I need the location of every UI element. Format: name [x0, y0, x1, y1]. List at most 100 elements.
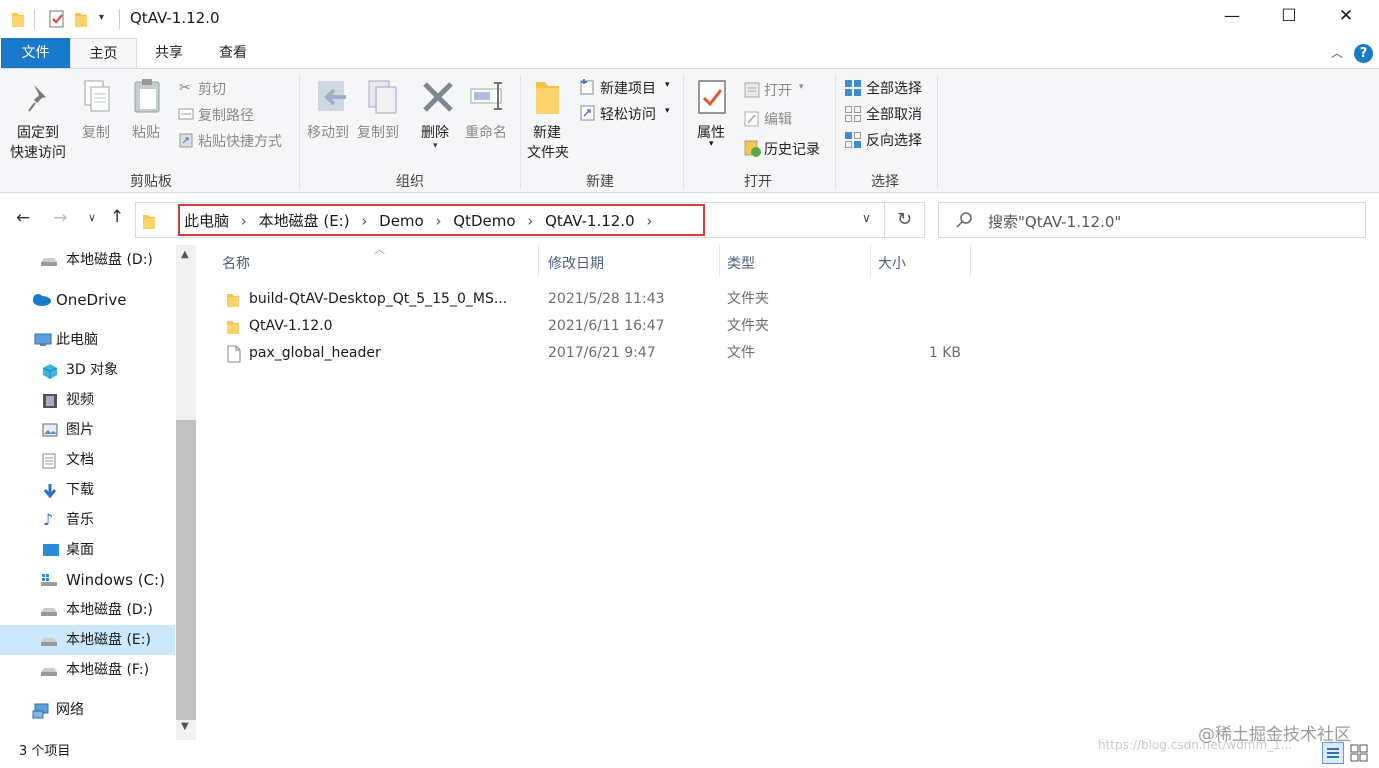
rename-button[interactable]: 重命名: [465, 122, 507, 142]
paste-button[interactable]: 粘贴: [132, 122, 160, 142]
recent-locations-icon[interactable]: ∨: [88, 211, 96, 224]
sidebar-item-pictures[interactable]: 图片: [0, 415, 175, 445]
sidebar-item-drive-f[interactable]: 本地磁盘 (F:): [0, 655, 175, 685]
breadcrumb-item[interactable]: QtDemo: [453, 212, 515, 230]
sidebar-item-drive-e[interactable]: 本地磁盘 (E:): [0, 625, 175, 655]
minimize-button[interactable]: —: [1219, 6, 1245, 25]
move-to-button[interactable]: 移动到: [307, 122, 349, 142]
group-separator: [520, 75, 521, 189]
chevron-right-icon[interactable]: ›: [646, 212, 652, 230]
invert-selection-button[interactable]: 反向选择: [866, 130, 922, 150]
history-button[interactable]: 历史记录: [764, 139, 820, 159]
column-header-name[interactable]: 名称: [222, 253, 250, 273]
select-none-button[interactable]: 全部取消: [866, 104, 922, 124]
chevron-right-icon[interactable]: ›: [361, 212, 367, 230]
refresh-icon[interactable]: ↻: [885, 202, 925, 238]
back-icon[interactable]: ←: [16, 208, 30, 228]
sidebar-item-desktop[interactable]: 桌面: [0, 535, 175, 565]
tab-home[interactable]: 主页: [70, 38, 137, 69]
new-item-dropdown-icon[interactable]: ▾: [665, 80, 670, 90]
sidebar-item-label: 下载: [66, 482, 94, 498]
column-header-type[interactable]: 类型: [727, 253, 755, 273]
move-to-icon: [316, 79, 350, 115]
collapse-ribbon-icon[interactable]: ︿: [1331, 44, 1343, 61]
column-divider[interactable]: [538, 245, 539, 277]
details-view-icon[interactable]: [1322, 742, 1344, 764]
easy-access-button[interactable]: 轻松访问: [600, 104, 656, 124]
tab-view[interactable]: 查看: [203, 38, 263, 68]
table-row[interactable]: pax_global_header 2017/6/21 9:47 文件 1 KB: [196, 340, 996, 367]
breadcrumb-item[interactable]: Demo: [379, 212, 424, 230]
breadcrumb-item[interactable]: QtAV-1.12.0: [545, 212, 635, 230]
column-divider[interactable]: [970, 245, 971, 277]
cut-button[interactable]: 剪切: [198, 79, 226, 99]
sidebar-item-downloads[interactable]: 下载: [0, 475, 175, 505]
help-icon[interactable]: ?: [1354, 44, 1373, 63]
tab-share[interactable]: 共享: [139, 38, 199, 68]
windows-drive-icon: [40, 573, 57, 587]
pin-to-quick-access-button[interactable]: 固定到: [17, 122, 59, 142]
forward-icon[interactable]: →: [53, 208, 67, 228]
open-button[interactable]: 打开: [764, 80, 792, 100]
search-box[interactable]: 搜索"QtAV-1.12.0": [938, 202, 1366, 238]
sidebar-scrollbar[interactable]: ▲ ▼: [176, 245, 196, 740]
new-folder-quick-icon[interactable]: [74, 10, 88, 28]
quick-access-dropdown-icon[interactable]: ▾: [99, 12, 104, 23]
search-input[interactable]: 搜索"QtAV-1.12.0": [988, 211, 1121, 232]
address-history-dropdown-icon[interactable]: ∨: [862, 211, 871, 225]
sidebar-item-onedrive[interactable]: OneDrive: [0, 285, 175, 315]
large-icons-view-icon[interactable]: [1350, 744, 1368, 762]
download-icon: [42, 483, 58, 499]
copy-to-button[interactable]: 复制到: [357, 122, 399, 142]
paste-shortcut-button[interactable]: 粘贴快捷方式: [198, 131, 282, 151]
scroll-down-icon[interactable]: ▼: [181, 721, 189, 732]
open-dropdown-icon[interactable]: ▾: [799, 82, 804, 92]
drive-icon: [40, 663, 57, 677]
scrollbar-thumb[interactable]: [176, 420, 196, 720]
up-icon[interactable]: ↑: [110, 207, 124, 227]
column-divider[interactable]: [719, 245, 720, 277]
delete-button[interactable]: 删除: [421, 122, 449, 142]
sidebar-item-network[interactable]: 网络: [0, 695, 175, 725]
copy-button[interactable]: 复制: [82, 122, 110, 142]
sidebar-item-drive-d[interactable]: 本地磁盘 (D:): [0, 595, 175, 625]
delete-icon: [422, 81, 454, 113]
chevron-right-icon[interactable]: ›: [241, 212, 247, 230]
sidebar-item-documents[interactable]: 文档: [0, 445, 175, 475]
properties-dropdown-icon[interactable]: ▾: [709, 139, 714, 149]
sidebar-item-drive-d-top[interactable]: 本地磁盘 (D:): [0, 245, 175, 275]
sidebar-item-3d-objects[interactable]: 3D 对象: [0, 355, 175, 385]
new-folder-icon: [535, 79, 561, 115]
sidebar-item-videos[interactable]: 视频: [0, 385, 175, 415]
chevron-right-icon[interactable]: ›: [527, 212, 533, 230]
table-row[interactable]: QtAV-1.12.0 2021/6/11 16:47 文件夹: [196, 313, 996, 340]
easy-access-dropdown-icon[interactable]: ▾: [665, 106, 670, 116]
column-header-size[interactable]: 大小: [878, 253, 906, 273]
properties-quick-icon[interactable]: [48, 10, 66, 28]
table-row[interactable]: build-QtAV-Desktop_Qt_5_15_0_MS... 2021/…: [196, 286, 996, 313]
select-all-button[interactable]: 全部选择: [866, 78, 922, 98]
cube-icon: [42, 363, 58, 379]
breadcrumb-item[interactable]: 本地磁盘 (E:): [259, 212, 350, 230]
chevron-right-icon[interactable]: ›: [436, 212, 442, 230]
paste-icon: [133, 78, 163, 116]
new-item-button[interactable]: 新建项目: [600, 78, 656, 98]
column-header-modified[interactable]: 修改日期: [548, 253, 604, 273]
breadcrumb-item[interactable]: 此电脑: [184, 212, 229, 230]
sidebar-item-music[interactable]: ♪ 音乐: [0, 505, 175, 535]
sidebar-item-windows-c[interactable]: Windows (C:): [0, 565, 175, 595]
close-button[interactable]: ✕: [1333, 6, 1359, 26]
copy-path-button[interactable]: 复制路径: [198, 105, 254, 125]
delete-dropdown-icon[interactable]: ▾: [433, 141, 438, 151]
sidebar-item-this-pc[interactable]: 此电脑: [0, 325, 175, 355]
new-folder-button[interactable]: 新建: [533, 122, 561, 142]
tab-file[interactable]: 文件: [1, 38, 70, 68]
address-bar[interactable]: 此电脑 › 本地磁盘 (E:) › Demo › QtDemo › QtAV-1…: [135, 202, 885, 238]
maximize-button[interactable]: ☐: [1276, 6, 1302, 26]
sort-indicator-icon: ︿: [374, 243, 385, 256]
scroll-up-icon[interactable]: ▲: [181, 249, 189, 260]
column-divider[interactable]: [870, 245, 871, 277]
sidebar-item-label: OneDrive: [56, 291, 127, 309]
network-icon: [32, 703, 49, 719]
edit-button[interactable]: 编辑: [764, 109, 792, 129]
